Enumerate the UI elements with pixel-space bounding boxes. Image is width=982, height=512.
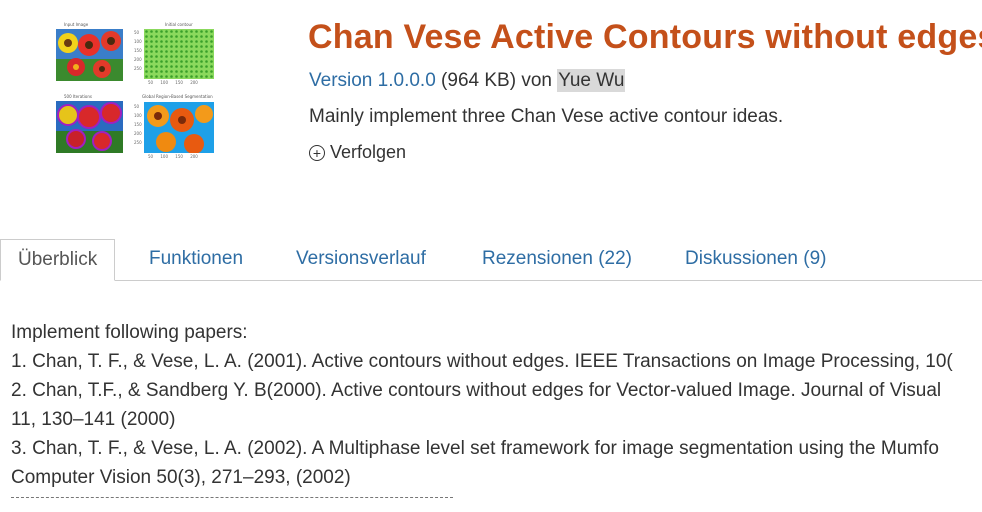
tab-functions[interactable]: Funktionen: [149, 239, 243, 279]
tab-version-history[interactable]: Versionsverlauf: [296, 239, 426, 279]
by-label: von: [521, 70, 552, 91]
panel-title: 500 Iterations: [64, 94, 92, 99]
description-line: 11, 130–141 (2000): [11, 409, 176, 430]
description-line: Implement following papers:: [11, 322, 248, 343]
tab-bar: Überblick Funktionen Versionsverlauf Rez…: [0, 239, 982, 281]
x-axis-ticks: 50 100 150 200: [148, 154, 198, 159]
file-summary: Mainly implement three Chan Vese active …: [309, 106, 784, 127]
file-size: (964 KB): [441, 70, 517, 91]
version-link[interactable]: Version 1.0.0.0: [309, 70, 436, 91]
tab-reviews[interactable]: Rezensionen (22): [482, 239, 632, 279]
panel-title: Input Image: [64, 22, 89, 27]
tab-discussions[interactable]: Diskussionen (9): [685, 239, 827, 279]
description-line: Computer Vision 50(3), 271–293, (2002): [11, 467, 351, 488]
file-thumbnail[interactable]: Input Image Initial contour 500 Iteratio…: [56, 22, 218, 160]
description-line: 2. Chan, T.F., & Sandberg Y. B(2000). Ac…: [11, 380, 942, 401]
segmentation-image: [144, 102, 214, 153]
author-link[interactable]: Yue Wu: [557, 69, 626, 92]
x-axis-ticks: 50 100 150 200: [148, 80, 198, 85]
iterations-image: [56, 101, 123, 153]
panel-title: Initial contour: [165, 22, 193, 27]
page-title: Chan Vese Active Contours without edges: [308, 18, 982, 56]
y-axis-ticks: 50 100 150 200 250: [134, 104, 142, 145]
description: Implement following papers: 1. Chan, T. …: [11, 318, 982, 492]
y-axis-ticks: 50 100 150 200 250: [134, 30, 142, 71]
description-line: 1. Chan, T. F., & Vese, L. A. (2001). Ac…: [11, 351, 953, 372]
file-meta: Version 1.0.0.0 (964 KB) von Yue Wu: [309, 69, 626, 92]
separator-line: [11, 497, 453, 498]
panel-title: Global Region-Based Segmentation: [142, 94, 213, 99]
input-image: [56, 29, 123, 81]
tab-overview[interactable]: Überblick: [0, 239, 116, 281]
description-line: 3. Chan, T. F., & Vese, L. A. (2002). A …: [11, 438, 939, 459]
contour-image: [144, 29, 214, 79]
follow-label: Verfolgen: [330, 142, 407, 162]
plus-circle-icon: +: [309, 144, 325, 161]
follow-button[interactable]: + Verfolgen: [309, 142, 406, 163]
